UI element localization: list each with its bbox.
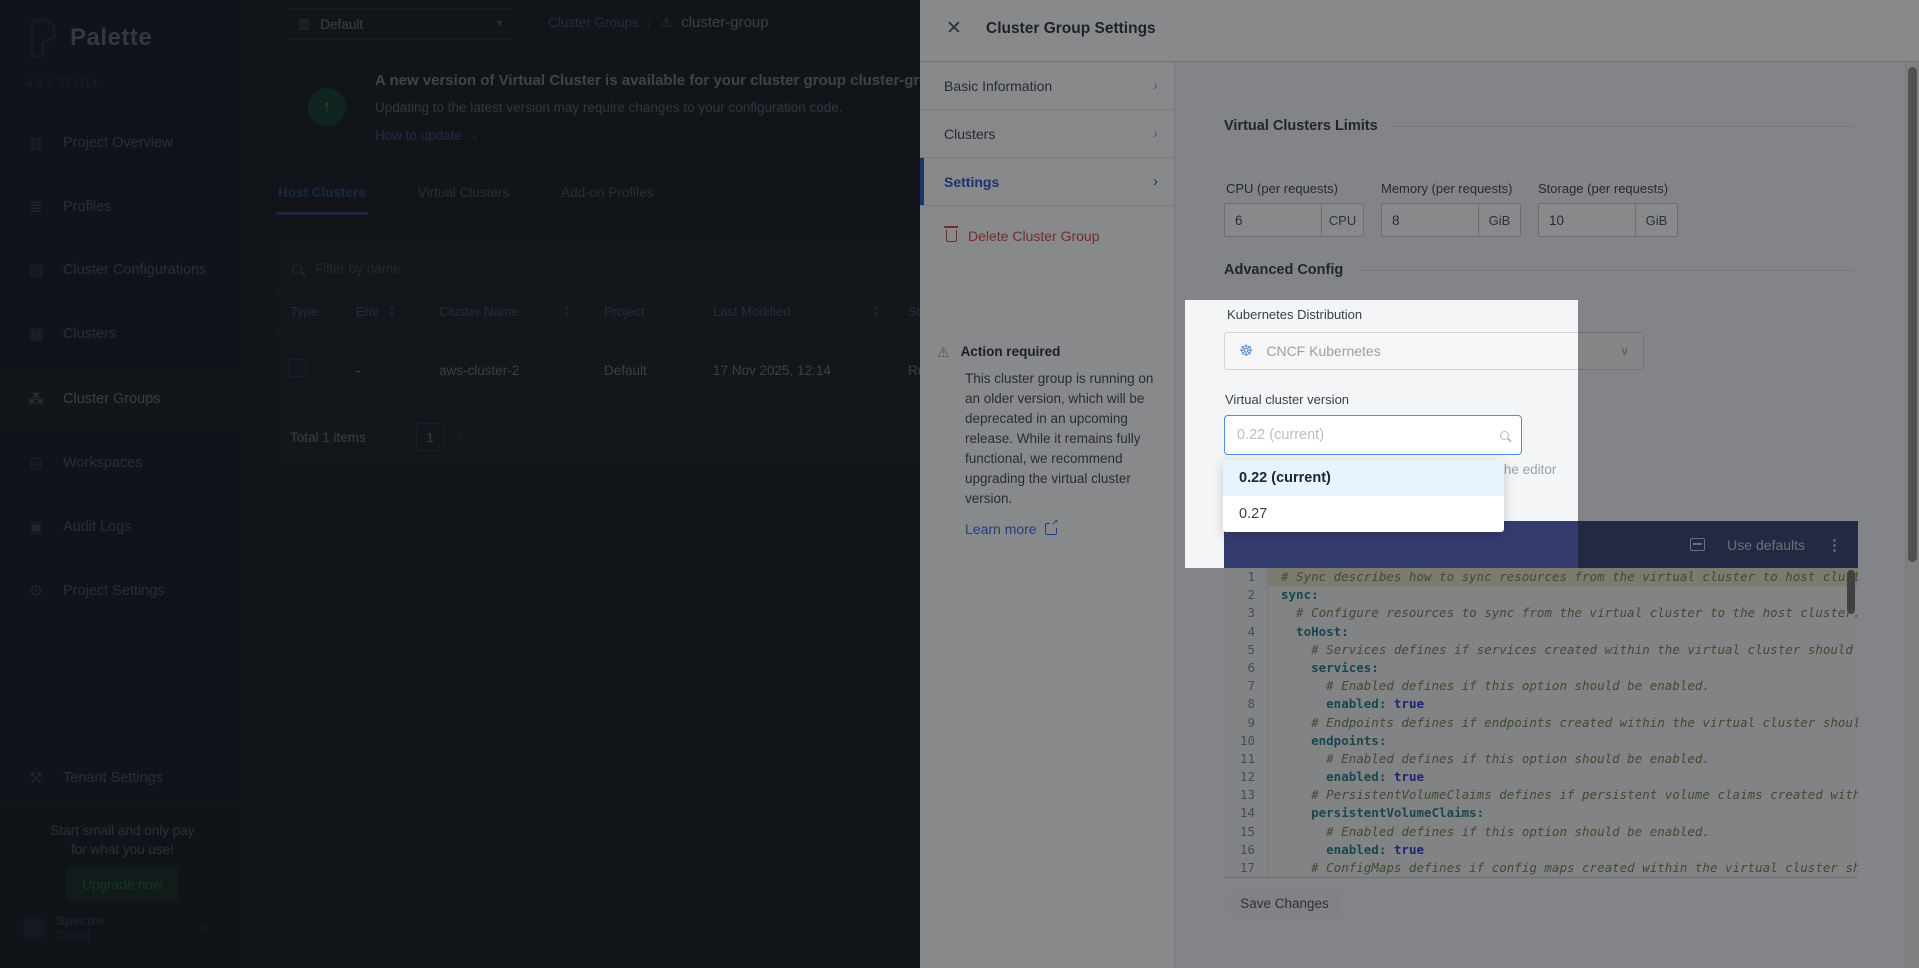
code-line: 11 # Enabled defines if this option shou… — [1224, 750, 1858, 768]
diff-view-icon[interactable] — [1690, 538, 1705, 551]
memory-label: Memory (per requests) — [1381, 181, 1512, 196]
delete-cluster-group-button[interactable]: Delete Cluster Group — [920, 206, 1174, 244]
settings-content: Virtual Clusters Limits CPU (per request… — [1175, 62, 1919, 968]
version-search-input[interactable] — [1237, 427, 1500, 443]
close-icon[interactable]: ✕ — [942, 17, 966, 41]
trash-icon — [946, 230, 957, 242]
drawer-scrollbar-thumb[interactable] — [1908, 67, 1917, 562]
code-line: 17 # ConfigMaps defines if config maps c… — [1224, 859, 1858, 877]
code-line: 1# Sync describes how to sync resources … — [1224, 568, 1858, 586]
drawer-header: ✕ Cluster Group Settings — [920, 0, 1919, 62]
storage-field: GiB — [1538, 203, 1678, 237]
code-line: 10 endpoints: — [1224, 732, 1858, 750]
k8s-distribution-label: Kubernetes Distribution — [1227, 307, 1362, 322]
cpu-field: CPU — [1224, 203, 1364, 237]
chevron-right-icon: › — [1153, 125, 1158, 142]
cpu-unit: CPU — [1321, 204, 1363, 236]
memory-input[interactable] — [1382, 204, 1478, 236]
code-line: 13 # PersistentVolumeClaims defines if p… — [1224, 786, 1858, 804]
code-line: 3 # Configure resources to sync from the… — [1224, 604, 1858, 622]
cluster-group-settings-drawer: ✕ Cluster Group Settings Basic Informati… — [920, 0, 1919, 968]
editor-scrollbar-thumb[interactable] — [1847, 570, 1855, 614]
kubernetes-icon: ☸ — [1239, 341, 1253, 361]
nav-settings[interactable]: Settings › — [920, 158, 1174, 206]
memory-unit: GiB — [1478, 204, 1520, 236]
chevron-down-icon: ∨ — [1620, 344, 1629, 358]
advanced-section-header: Advanced Config — [1224, 262, 1855, 278]
option-0-22-current[interactable]: 0.22 (current) — [1223, 460, 1504, 496]
code-line: 5 # Services defines if services created… — [1224, 641, 1858, 659]
drawer-nav: Basic Information › Clusters › Settings … — [920, 62, 1175, 968]
option-0-27[interactable]: 0.27 — [1223, 496, 1504, 532]
alert-body: This cluster group is running on an olde… — [965, 369, 1163, 509]
k8s-distribution-select[interactable]: ☸ CNCF Kubernetes ∨ — [1224, 332, 1644, 370]
code-line: 16 enabled: true — [1224, 841, 1858, 859]
kebab-menu-icon[interactable]: ⋮ — [1827, 536, 1842, 554]
code-line: 9 # Endpoints defines if endpoints creat… — [1224, 714, 1858, 732]
cpu-label: CPU (per requests) — [1226, 181, 1338, 196]
code-line: 7 # Enabled defines if this option shoul… — [1224, 677, 1858, 695]
alert-title: Action required — [961, 344, 1061, 361]
code-line: 15 # Enabled defines if this option shou… — [1224, 823, 1858, 841]
nav-clusters[interactable]: Clusters › — [920, 110, 1174, 158]
version-dropdown-menu: 0.22 (current) 0.27 — [1223, 460, 1504, 532]
drawer-scrollbar[interactable] — [1905, 63, 1919, 968]
nav-basic-information[interactable]: Basic Information › — [920, 62, 1174, 110]
code-line: 12 enabled: true — [1224, 768, 1858, 786]
code-line: 2sync: — [1224, 586, 1858, 604]
storage-unit: GiB — [1635, 204, 1677, 236]
k8s-distribution-value: CNCF Kubernetes — [1266, 343, 1607, 359]
action-required-alert: ⚠ Action required This cluster group is … — [920, 332, 1175, 537]
limits-section-header: Virtual Clusters Limits — [1224, 118, 1855, 134]
drawer-title: Cluster Group Settings — [986, 20, 1156, 38]
code-line: 6 services: — [1224, 659, 1858, 677]
save-changes-button[interactable]: Save Changes — [1228, 888, 1341, 919]
virtual-cluster-version-label: Virtual cluster version — [1225, 392, 1349, 407]
learn-more-link[interactable]: Learn more — [965, 521, 1157, 537]
storage-label: Storage (per requests) — [1538, 181, 1668, 196]
virtual-cluster-version-combobox — [1224, 415, 1522, 455]
code-line: 4 toHost: — [1224, 623, 1858, 641]
chevron-right-icon: › — [1153, 173, 1158, 190]
use-defaults-button[interactable]: Use defaults — [1727, 537, 1805, 553]
warning-icon: ⚠ — [937, 344, 950, 361]
storage-input[interactable] — [1539, 204, 1635, 236]
code-line: 14 persistentVolumeClaims: — [1224, 804, 1858, 822]
code-line: 8 enabled: true — [1224, 695, 1858, 713]
yaml-editor[interactable]: 1# Sync describes how to sync resources … — [1224, 568, 1858, 878]
search-icon — [1500, 431, 1509, 440]
memory-field: GiB — [1381, 203, 1521, 237]
cpu-input[interactable] — [1225, 204, 1321, 236]
external-link-icon — [1045, 523, 1057, 535]
chevron-right-icon: › — [1153, 77, 1158, 94]
